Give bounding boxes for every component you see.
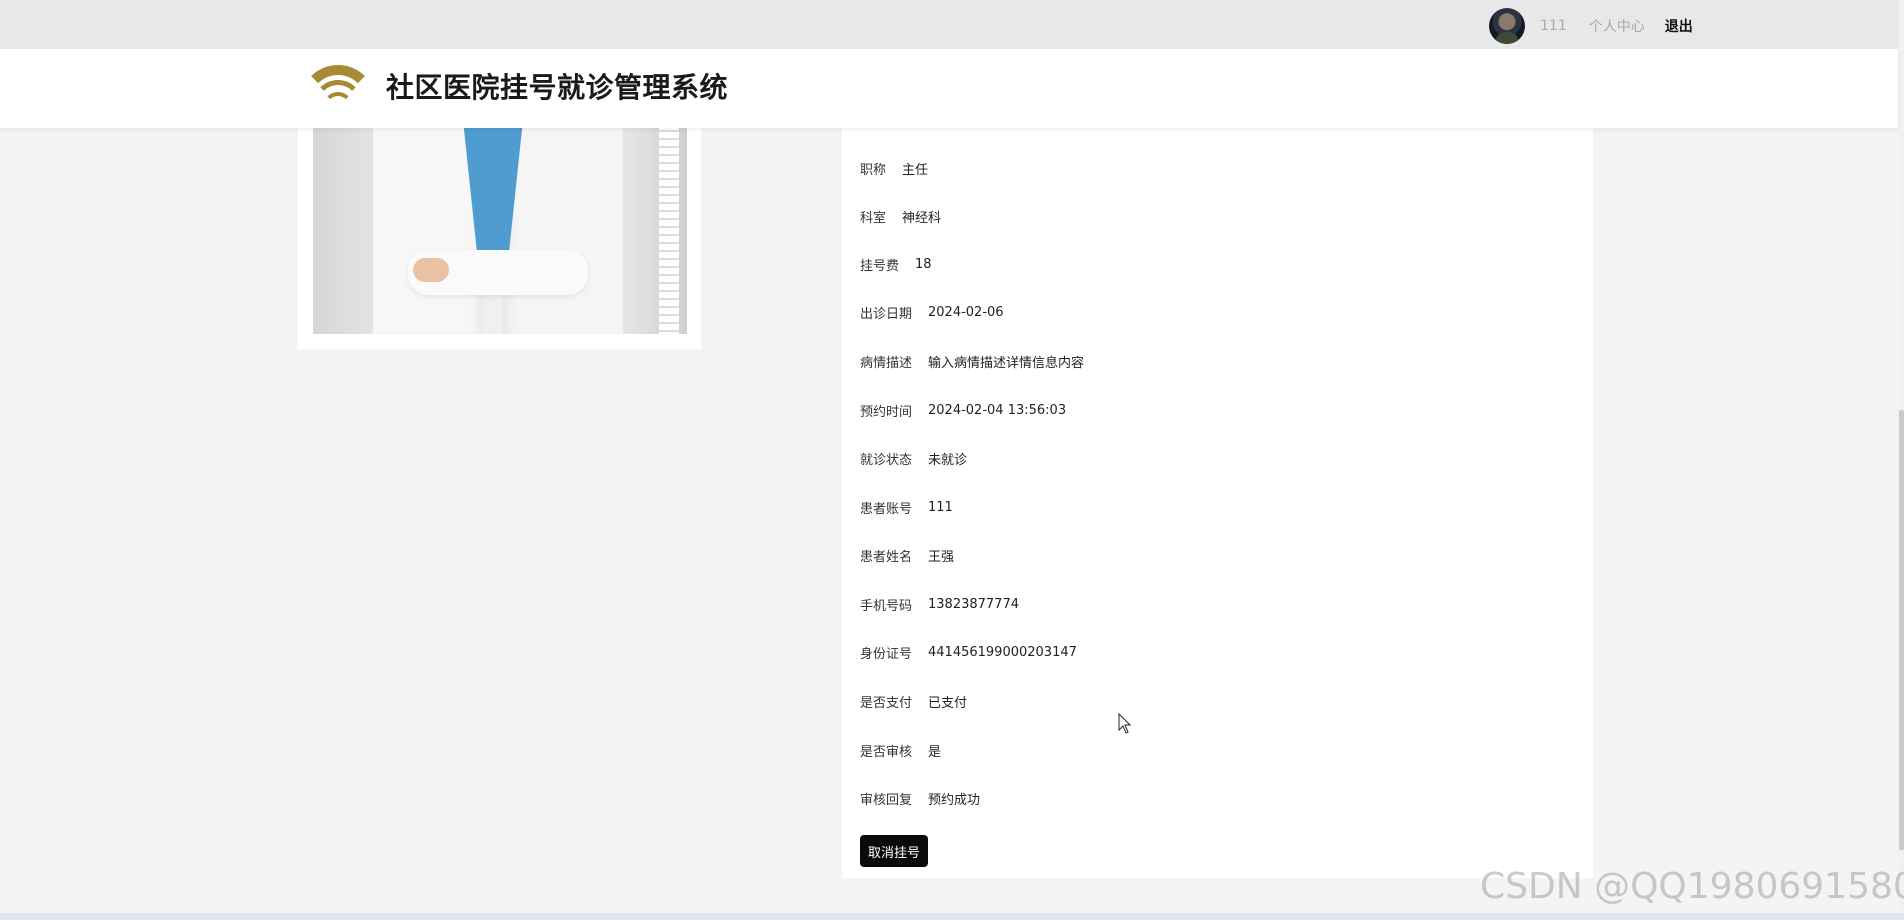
mouse-cursor-icon [1118, 713, 1132, 734]
field-value: 111 [928, 499, 953, 515]
field-phone: 手机号码 13823877774 [860, 594, 1019, 614]
field-title: 职称 主任 [860, 158, 928, 178]
site-title: 社区医院挂号就诊管理系统 [386, 71, 729, 104]
cancel-registration-button[interactable]: 取消挂号 [860, 835, 928, 867]
profile-link[interactable]: 个人中心 [1589, 16, 1645, 36]
logo[interactable]: 社区医院挂号就诊管理系统 [298, 63, 728, 109]
field-label: 审核回复 [860, 792, 913, 808]
appointment-detail-card: 职称 主任 科室 神经科 挂号费 18 出诊日期 2024-02-06 病情描述… [842, 100, 1593, 878]
scrollbar-thumb[interactable] [1899, 410, 1904, 850]
field-label: 手机号码 [860, 598, 913, 614]
watermark: CSDN @QQ1980691580 [1480, 866, 1904, 907]
field-description: 病情描述 输入病情描述详情信息内容 [860, 351, 1084, 371]
field-value: 神经科 [902, 210, 942, 226]
field-booking-time: 预约时间 2024-02-04 13:56:03 [860, 400, 1066, 420]
field-label: 职称 [860, 162, 887, 178]
field-value: 441456199000203147 [928, 644, 1077, 660]
field-patient-account: 患者账号 111 [860, 497, 953, 517]
username: 111 [1540, 18, 1567, 34]
field-label: 是否审核 [860, 744, 913, 760]
field-value: 输入病情描述详情信息内容 [928, 355, 1085, 371]
site-header: 社区医院挂号就诊管理系统 [0, 49, 1898, 128]
avatar[interactable] [1489, 8, 1525, 44]
field-visit-date: 出诊日期 2024-02-06 [860, 302, 1004, 322]
logout-link[interactable]: 退出 [1665, 16, 1693, 36]
field-value: 2024-02-04 13:56:03 [928, 402, 1067, 418]
field-value: 主任 [902, 162, 929, 178]
field-paid: 是否支付 已支付 [860, 691, 967, 711]
logo-arc-icon [298, 63, 378, 109]
field-value: 2024-02-06 [928, 304, 1004, 320]
top-utility-bar: 111 个人中心 退出 [0, 0, 1904, 49]
field-label: 科室 [860, 210, 887, 226]
doctor-photo [313, 100, 687, 334]
field-department: 科室 神经科 [860, 206, 941, 226]
field-value: 王强 [928, 549, 955, 565]
field-patient-name: 患者姓名 王强 [860, 545, 954, 565]
field-label: 身份证号 [860, 646, 913, 662]
field-label: 就诊状态 [860, 452, 913, 468]
field-value: 13823877774 [928, 596, 1019, 612]
field-label: 病情描述 [860, 355, 913, 371]
field-value: 已支付 [928, 695, 968, 711]
field-label: 是否支付 [860, 695, 913, 711]
field-label: 出诊日期 [860, 306, 913, 322]
field-label: 患者姓名 [860, 549, 913, 565]
field-label: 预约时间 [860, 404, 913, 420]
field-value: 18 [915, 256, 932, 272]
field-fee: 挂号费 18 [860, 254, 932, 274]
field-value: 未就诊 [928, 452, 968, 468]
field-reviewed: 是否审核 是 [860, 740, 941, 760]
field-label: 挂号费 [860, 258, 900, 274]
user-area: 111 个人中心 退出 [1489, 8, 1693, 44]
field-visit-status: 就诊状态 未就诊 [860, 448, 967, 468]
doctor-image-card [298, 100, 701, 349]
field-label: 患者账号 [860, 501, 913, 517]
field-value: 是 [928, 744, 942, 760]
field-id-number: 身份证号 441456199000203147 [860, 642, 1077, 662]
field-value: 预约成功 [928, 792, 981, 808]
bottom-strip [0, 913, 1904, 920]
field-review-reply: 审核回复 预约成功 [860, 788, 980, 808]
